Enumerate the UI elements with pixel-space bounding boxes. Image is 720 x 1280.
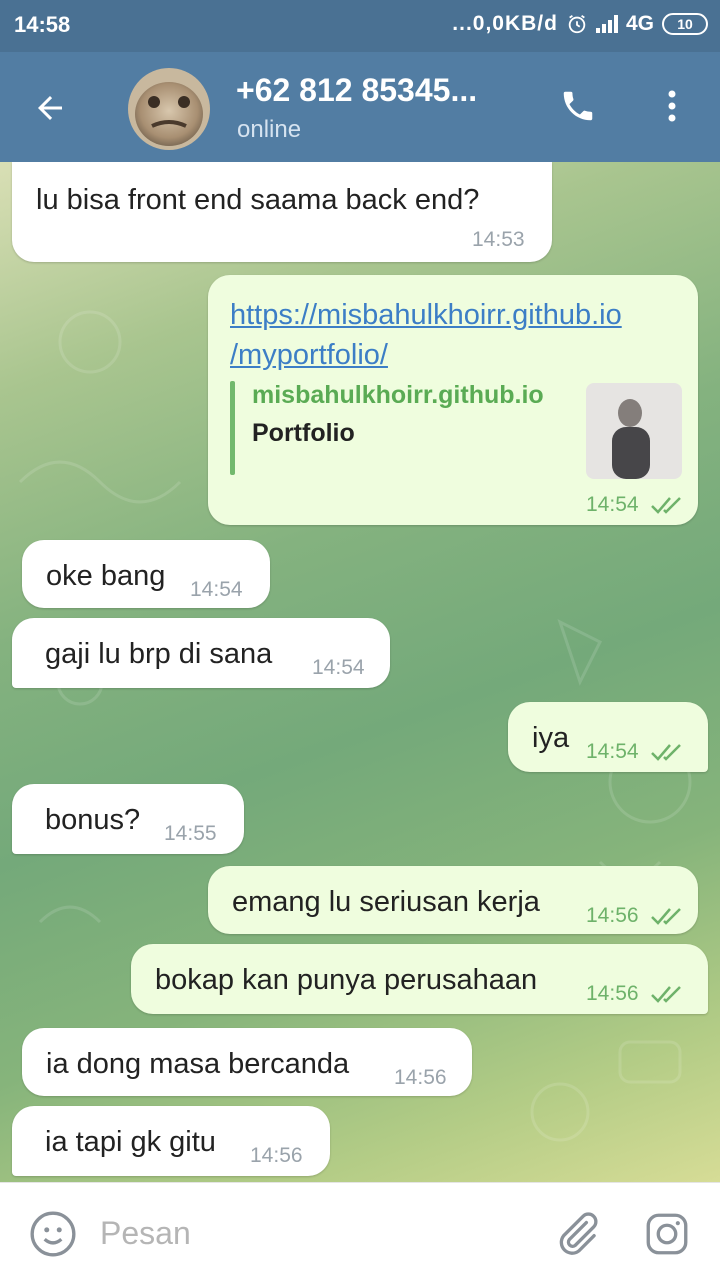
contact-status: online	[237, 116, 302, 143]
double-check-icon	[651, 497, 681, 514]
battery-level: 10	[677, 16, 693, 32]
back-button[interactable]	[22, 80, 78, 136]
camera-icon	[646, 1213, 688, 1255]
message-bubble[interactable]: bonus? 14:55	[12, 784, 244, 854]
battery-icon: 10	[662, 13, 708, 35]
arrow-back-icon	[38, 96, 62, 120]
double-check-icon	[651, 908, 681, 925]
message-bubble[interactable]: iya 14:54	[508, 702, 708, 772]
message-time: 14:55	[164, 822, 217, 845]
message-time: 14:54	[312, 656, 365, 679]
message-link[interactable]: https://misbahulkhoirr.github.io/myportf…	[230, 295, 622, 375]
message-time: 14:53	[472, 228, 525, 251]
phone-icon	[563, 91, 593, 121]
contact-avatar[interactable]	[128, 68, 210, 150]
message-text: bonus?	[45, 804, 141, 836]
more-vert-icon	[668, 90, 676, 122]
message-text: gaji lu brp di sana	[45, 638, 273, 670]
link-preview-bar	[230, 381, 235, 475]
link-line-2: /myportfolio/	[230, 339, 388, 371]
network-type: 4G	[625, 12, 654, 35]
alarm-icon	[568, 14, 586, 34]
message-time: 14:56	[586, 982, 639, 1005]
message-bubble[interactable]: ia tapi gk gitu 14:56	[12, 1106, 330, 1176]
message-input[interactable]	[100, 1209, 530, 1257]
link-line-1: https://misbahulkhoirr.github.io	[230, 299, 622, 331]
status-time: 14:58	[14, 12, 71, 37]
message-text: ia dong masa bercanda	[46, 1048, 350, 1080]
message-time: 14:56	[394, 1066, 447, 1089]
link-preview-title: Portfolio	[252, 419, 355, 447]
double-check-icon	[651, 986, 681, 1003]
emoji-button[interactable]	[28, 1209, 78, 1259]
message-time: 14:54	[586, 493, 639, 516]
message-time: 14:54	[190, 578, 243, 601]
message-text: bokap kan punya perusahaan	[155, 964, 538, 996]
message-bubble[interactable]: lu bisa front end saama back end? 14:53	[12, 162, 552, 262]
message-bubble[interactable]: oke bang 14:54	[22, 540, 270, 608]
more-options-button[interactable]	[650, 80, 694, 132]
message-text: emang lu seriusan kerja	[232, 886, 540, 918]
message-bubble[interactable]: gaji lu brp di sana 14:54	[12, 618, 390, 688]
message-text: oke bang	[46, 560, 166, 592]
attach-button[interactable]	[552, 1207, 602, 1261]
message-input-bar	[0, 1182, 720, 1280]
message-text: iya	[532, 722, 570, 754]
double-check-icon	[651, 744, 681, 761]
chat-area[interactable]: lu bisa front end saama back end? 14:53 …	[0, 162, 720, 1182]
network-speed: ...0,0KB/d	[452, 12, 558, 35]
message-text: lu bisa front end saama back end?	[36, 184, 480, 216]
call-button[interactable]	[552, 80, 604, 132]
status-indicators: ...0,0KB/d 4G 10	[452, 12, 708, 36]
camera-button[interactable]	[642, 1209, 692, 1259]
link-preview-thumbnail[interactable]	[586, 383, 682, 479]
link-preview-site: misbahulkhoirr.github.io	[252, 381, 544, 409]
chat-header: +62 812 85345... online	[0, 52, 720, 162]
emoji-icon	[30, 1211, 76, 1257]
message-time: 14:56	[250, 1144, 303, 1167]
message-bubble[interactable]: emang lu seriusan kerja 14:56	[208, 866, 698, 934]
message-bubble-link[interactable]: https://misbahulkhoirr.github.io/myportf…	[208, 275, 698, 525]
contact-name[interactable]: +62 812 85345...	[236, 72, 477, 109]
paperclip-icon	[559, 1212, 598, 1255]
message-bubble[interactable]: ia dong masa bercanda 14:56	[22, 1028, 472, 1096]
message-text: ia tapi gk gitu	[45, 1126, 216, 1158]
status-bar: 14:58 ...0,0KB/d 4G 10	[0, 0, 720, 52]
message-bubble[interactable]: bokap kan punya perusahaan 14:56	[131, 944, 708, 1014]
message-time: 14:56	[586, 904, 639, 927]
message-time: 14:54	[586, 740, 639, 763]
signal-icon	[595, 15, 618, 33]
